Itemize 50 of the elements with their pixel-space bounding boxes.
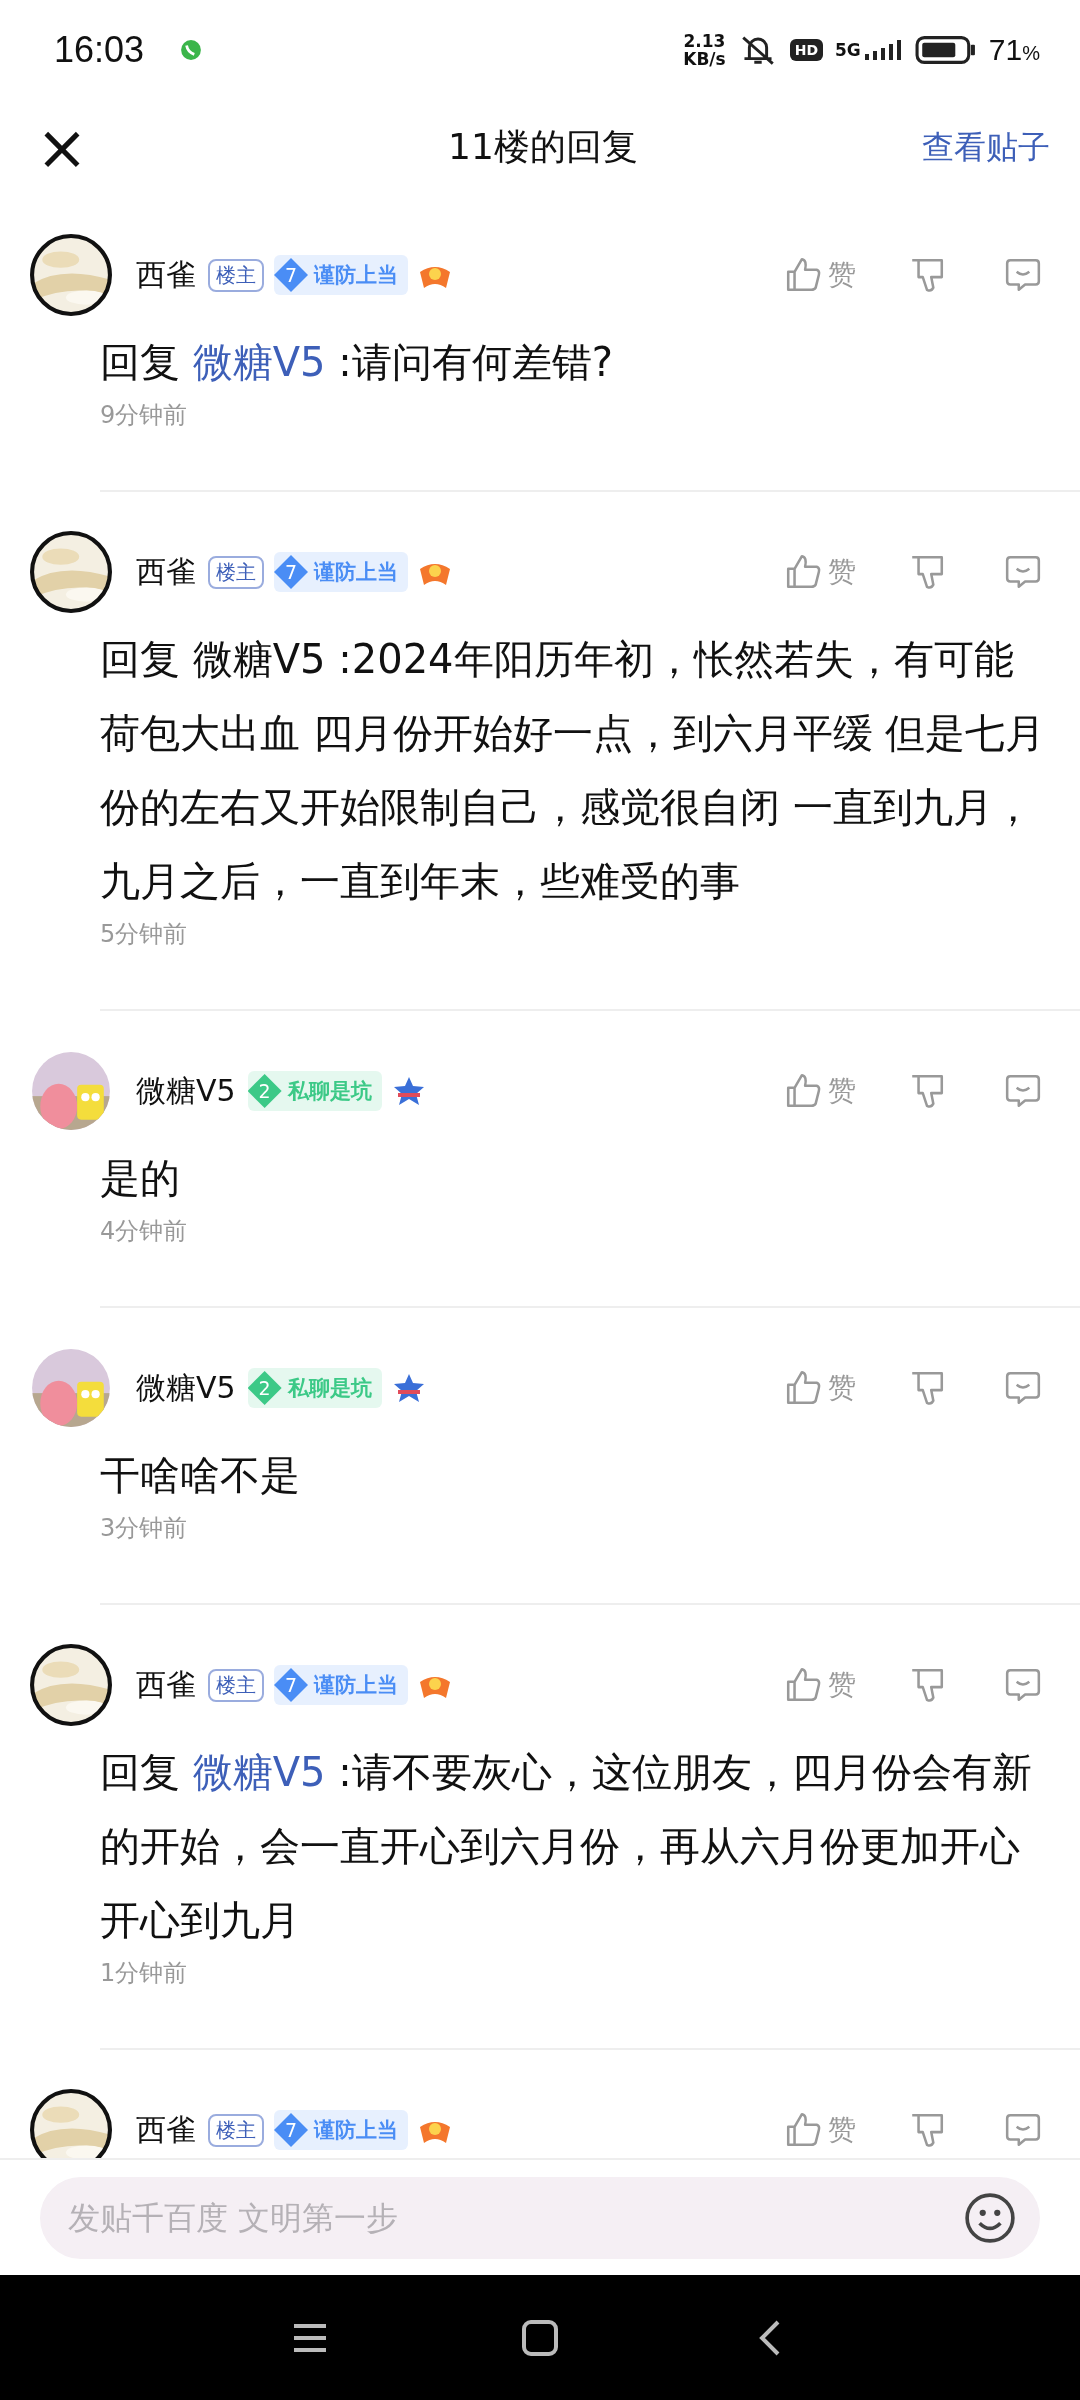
- speed-value: 2.13: [683, 32, 726, 50]
- user-name[interactable]: 微糖V5: [136, 1367, 236, 1409]
- level-badge: 7 谨防上当: [274, 255, 408, 295]
- comment-time: 5分钟前: [100, 919, 189, 950]
- network-type: 5G: [835, 40, 861, 60]
- phone-call-icon: [180, 39, 203, 61]
- owner-tag: 楼主: [208, 2113, 264, 2147]
- comment-icon[interactable]: [1004, 553, 1042, 591]
- close-button[interactable]: ×: [36, 116, 88, 179]
- owner-tag: 楼主: [208, 258, 264, 292]
- user-name[interactable]: 西雀: [136, 254, 196, 296]
- comment-icon[interactable]: [1004, 256, 1042, 294]
- user-name[interactable]: 微糖V5: [136, 1070, 236, 1112]
- level-badge: 2 私聊是坑: [247, 1071, 382, 1111]
- comment-icon[interactable]: [1004, 1369, 1042, 1407]
- percent-sign: %: [1022, 42, 1040, 64]
- user-name[interactable]: 西雀: [136, 2109, 196, 2151]
- battery-percent: 71: [988, 33, 1023, 66]
- comment-input-field[interactable]: 发贴千百度 文明第一步: [40, 2176, 1040, 2259]
- reply-user-link[interactable]: 微糖V5: [192, 1749, 326, 1795]
- emoji-icon[interactable]: [964, 2191, 1016, 2244]
- speed-unit: KB/s: [683, 50, 726, 68]
- level-badge: 7 谨防上当: [274, 552, 408, 592]
- level-badge: 7 谨防上当: [274, 1665, 408, 1705]
- comment-time: 4分钟前: [100, 1216, 189, 1247]
- comment-icon[interactable]: [1004, 1072, 1042, 1110]
- level-badge: 7 谨防上当: [274, 2110, 408, 2150]
- page-title: 11楼的回复: [448, 125, 638, 169]
- comment-time: 9分钟前: [100, 400, 189, 431]
- user-name[interactable]: 西雀: [136, 551, 196, 593]
- hd-badge: HD: [789, 39, 824, 61]
- comment-icon[interactable]: [1004, 2111, 1042, 2149]
- owner-tag: 楼主: [208, 555, 264, 589]
- level-badge: 2 私聊是坑: [247, 1368, 382, 1408]
- view-post-link[interactable]: 查看贴子: [922, 125, 1050, 170]
- signal-icon: [862, 37, 903, 63]
- comment-text: 是的: [100, 1154, 181, 1203]
- home-square-icon[interactable]: [520, 2317, 560, 2358]
- user-name[interactable]: 西雀: [136, 1664, 196, 1706]
- owner-tag: 楼主: [208, 1668, 264, 1702]
- battery-icon: [914, 35, 977, 65]
- comment-text: 回复 微糖V5 :请问有何差错?: [100, 338, 614, 387]
- comment-time: 1分钟前: [100, 1958, 189, 1989]
- comment-time: 3分钟前: [100, 1513, 189, 1544]
- reply-user-link[interactable]: 微糖V5: [192, 339, 326, 385]
- comment-text: 回复 微糖V5 :请不要灰心，这位朋友，四月份会有新的开始，会一直开心到六月份，再从六月份更加开心开心到九月: [100, 1748, 1033, 1945]
- comment-icon[interactable]: [1004, 1666, 1042, 1704]
- comment-text: 回复 微糖V5 :2024年阳历年初，怅然若失，有可能荷包大出血 四月份开始好一点，到六月平缓 但是七月份的左右又开始限制自己，感觉很自闭 一直到九月，九月之后，一直到年末，些难受的事: [100, 635, 1047, 906]
- comment-text: 干啥啥不是: [100, 1451, 301, 1500]
- status-time: 16:03: [54, 29, 145, 71]
